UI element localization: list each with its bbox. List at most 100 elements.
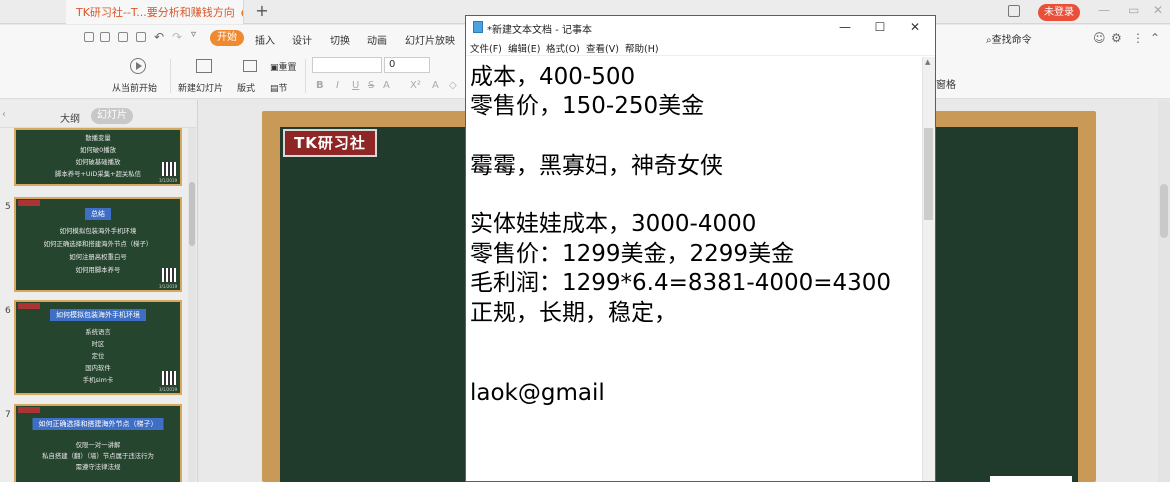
slide-line: 如何用脚本养号	[75, 266, 121, 274]
search-command-label: 查找命令	[991, 35, 1032, 46]
document-tab[interactable]: TK研习社--T...要分析和赚钱方向 ● ×	[66, 0, 244, 24]
search-command[interactable]: ⌕查找命令	[986, 31, 1032, 46]
notepad-scrollbar-thumb[interactable]	[924, 128, 933, 220]
new-slide-button[interactable]: 新建幻灯片	[178, 81, 223, 94]
task-pane-button[interactable]: 窗格	[936, 76, 956, 91]
minimize-icon[interactable]: —	[828, 18, 862, 36]
superscript-icon[interactable]: X²	[410, 80, 421, 91]
maximize-icon[interactable]: ☐	[863, 18, 897, 36]
slide-line: 需遵守法律法规	[75, 463, 121, 471]
text-line: 实体娃娃成本，3000-4000	[470, 211, 757, 237]
slide-line: 如何注册高权重白号	[69, 253, 127, 261]
customize-icon[interactable]: ▿	[191, 29, 196, 40]
canvas-scrollbar[interactable]	[1158, 100, 1170, 482]
notepad-icon	[473, 21, 483, 33]
slide-thumbnail[interactable]: 散播变量 如何破0播放 如何破基础播放 脚本养号+UID采集+超关私信 3/1/…	[14, 128, 182, 186]
slide-line: 如何模拟包装海外手机环境	[59, 227, 137, 235]
notepad-text-area[interactable]: 成本，400-500 零售价，150-250美金 霉霉，黑寡妇，神奇女侠 实体娃…	[466, 57, 922, 481]
window-layout-icon[interactable]	[1008, 5, 1020, 17]
slide-heading: 总结	[85, 208, 111, 220]
slide-number: 7	[5, 410, 11, 420]
section-icon: ▤	[270, 84, 279, 94]
collapse-ribbon-icon[interactable]: ⌃	[1150, 31, 1160, 45]
slide-text: 如何模拟包装海外手机环境 如何正确选择和搭建海外节点（梯子） 如何注册高权重白号…	[16, 225, 180, 277]
tab-slideshow[interactable]: 幻灯片放映	[405, 32, 455, 47]
pane-scrollbar-thumb[interactable]	[189, 182, 195, 246]
wps-minimize-icon[interactable]: —	[1098, 3, 1110, 17]
print-icon[interactable]	[118, 32, 128, 42]
slide-text: 系统语言 时区 定位 国内软件 手机sim卡	[16, 326, 180, 386]
menu-view[interactable]: 查看(V)	[586, 41, 619, 55]
slide-number: 5	[5, 202, 11, 212]
unsaved-dot-icon: ●	[241, 6, 243, 19]
wps-close-icon[interactable]: ✕	[1153, 3, 1163, 17]
feedback-icon[interactable]: ☺	[1093, 31, 1106, 45]
underline-icon[interactable]: U	[352, 80, 359, 91]
clear-format-icon[interactable]: ◇	[449, 80, 457, 91]
close-icon[interactable]: ✕	[898, 18, 932, 36]
slide-thumbnail[interactable]: 如何正确选择和搭建海外节点（梯子） 仅限一对一讲解 私自搭建（翻）（墙）节点属于…	[14, 404, 182, 482]
settings-gear-icon[interactable]: ⚙	[1111, 31, 1122, 45]
bold-icon[interactable]: B	[316, 80, 324, 91]
collapse-pane-icon[interactable]: ‹	[2, 109, 6, 120]
canvas-scrollbar-thumb[interactable]	[1160, 184, 1168, 238]
scroll-up-icon[interactable]: ▲	[925, 58, 930, 66]
slide-logo	[18, 200, 40, 206]
reset-button[interactable]: ▣重置	[270, 60, 297, 73]
slide-thumbnail[interactable]: 如何模拟包装海外手机环境 系统语言 时区 定位 国内软件 手机sim卡 3/1/…	[14, 300, 182, 395]
slide-date: 3/1/2019	[159, 284, 177, 289]
login-button[interactable]: 未登录	[1038, 4, 1080, 21]
slide-line: 脚本养号+UID采集+超关私信	[54, 170, 142, 178]
new-tab-button[interactable]: +	[254, 2, 270, 20]
italic-icon[interactable]: I	[336, 80, 339, 91]
new-slide-icon[interactable]	[196, 59, 212, 73]
slide-thumbnail[interactable]: 总结 如何模拟包装海外手机环境 如何正确选择和搭建海外节点（梯子） 如何注册高权…	[14, 197, 182, 292]
layout-button[interactable]: 版式	[237, 81, 255, 94]
tab-switch[interactable]: 切换	[330, 32, 350, 47]
wps-maximize-icon[interactable]: ▭	[1128, 3, 1139, 17]
tab-start[interactable]: 开始	[210, 30, 244, 46]
slide-line: 系统语言	[85, 328, 111, 336]
tab-outline[interactable]: 大纲	[60, 110, 80, 125]
from-current-button[interactable]: 从当前开始	[112, 81, 157, 94]
save-icon[interactable]	[84, 32, 94, 42]
notepad-menubar: 文件(F) 编辑(E) 格式(O) 查看(V) 帮助(H)	[466, 38, 935, 56]
undo-icon[interactable]: ↶	[154, 30, 164, 44]
text-line: 零售价，150-250美金	[470, 93, 705, 119]
slide-date: 3/1/2019	[159, 387, 177, 392]
notepad-titlebar[interactable]: *新建文本文档 - 记事本 — ☐ ✕	[466, 16, 935, 38]
layout-icon[interactable]	[243, 60, 257, 72]
tab-animation[interactable]: 动画	[367, 32, 387, 47]
qr-code	[162, 268, 176, 282]
reset-label: 重置	[278, 63, 297, 73]
notepad-scrollbar[interactable]	[922, 57, 935, 481]
menu-edit[interactable]: 编辑(E)	[508, 41, 540, 55]
strikethrough-icon[interactable]: S	[368, 80, 374, 91]
font-name-input[interactable]	[312, 57, 382, 73]
tab-design[interactable]: 设计	[292, 32, 312, 47]
section-label: 节	[278, 84, 288, 94]
white-bar	[990, 476, 1072, 482]
font-color-icon[interactable]: A	[383, 80, 390, 91]
redo-icon[interactable]: ↷	[172, 30, 182, 44]
tab-insert[interactable]: 插入	[255, 32, 275, 47]
notepad-window[interactable]: *新建文本文档 - 记事本 — ☐ ✕ 文件(F) 编辑(E) 格式(O) 查看…	[465, 15, 936, 482]
slide-logo	[18, 407, 40, 413]
play-icon[interactable]	[130, 58, 146, 74]
font-size-input[interactable]: 0	[384, 57, 430, 73]
tab-slides[interactable]: 幻灯片	[91, 108, 133, 124]
preview-icon[interactable]	[136, 32, 146, 42]
qr-code	[162, 371, 176, 385]
menu-file[interactable]: 文件(F)	[470, 41, 502, 55]
menu-format[interactable]: 格式(O)	[546, 41, 580, 55]
shadow-icon[interactable]: A	[432, 80, 439, 91]
ribbon-divider	[170, 59, 171, 93]
slide-heading: 如何正确选择和搭建海外节点（梯子）	[32, 418, 164, 430]
export-icon[interactable]	[100, 32, 110, 42]
menu-help[interactable]: 帮助(H)	[625, 41, 659, 55]
section-button[interactable]: ▤节	[270, 81, 288, 94]
slide-heading: 如何模拟包装海外手机环境	[50, 309, 146, 321]
qr-code	[162, 162, 176, 176]
more-icon[interactable]: ⋮	[1132, 31, 1144, 45]
slide-line: 手机sim卡	[82, 376, 114, 384]
